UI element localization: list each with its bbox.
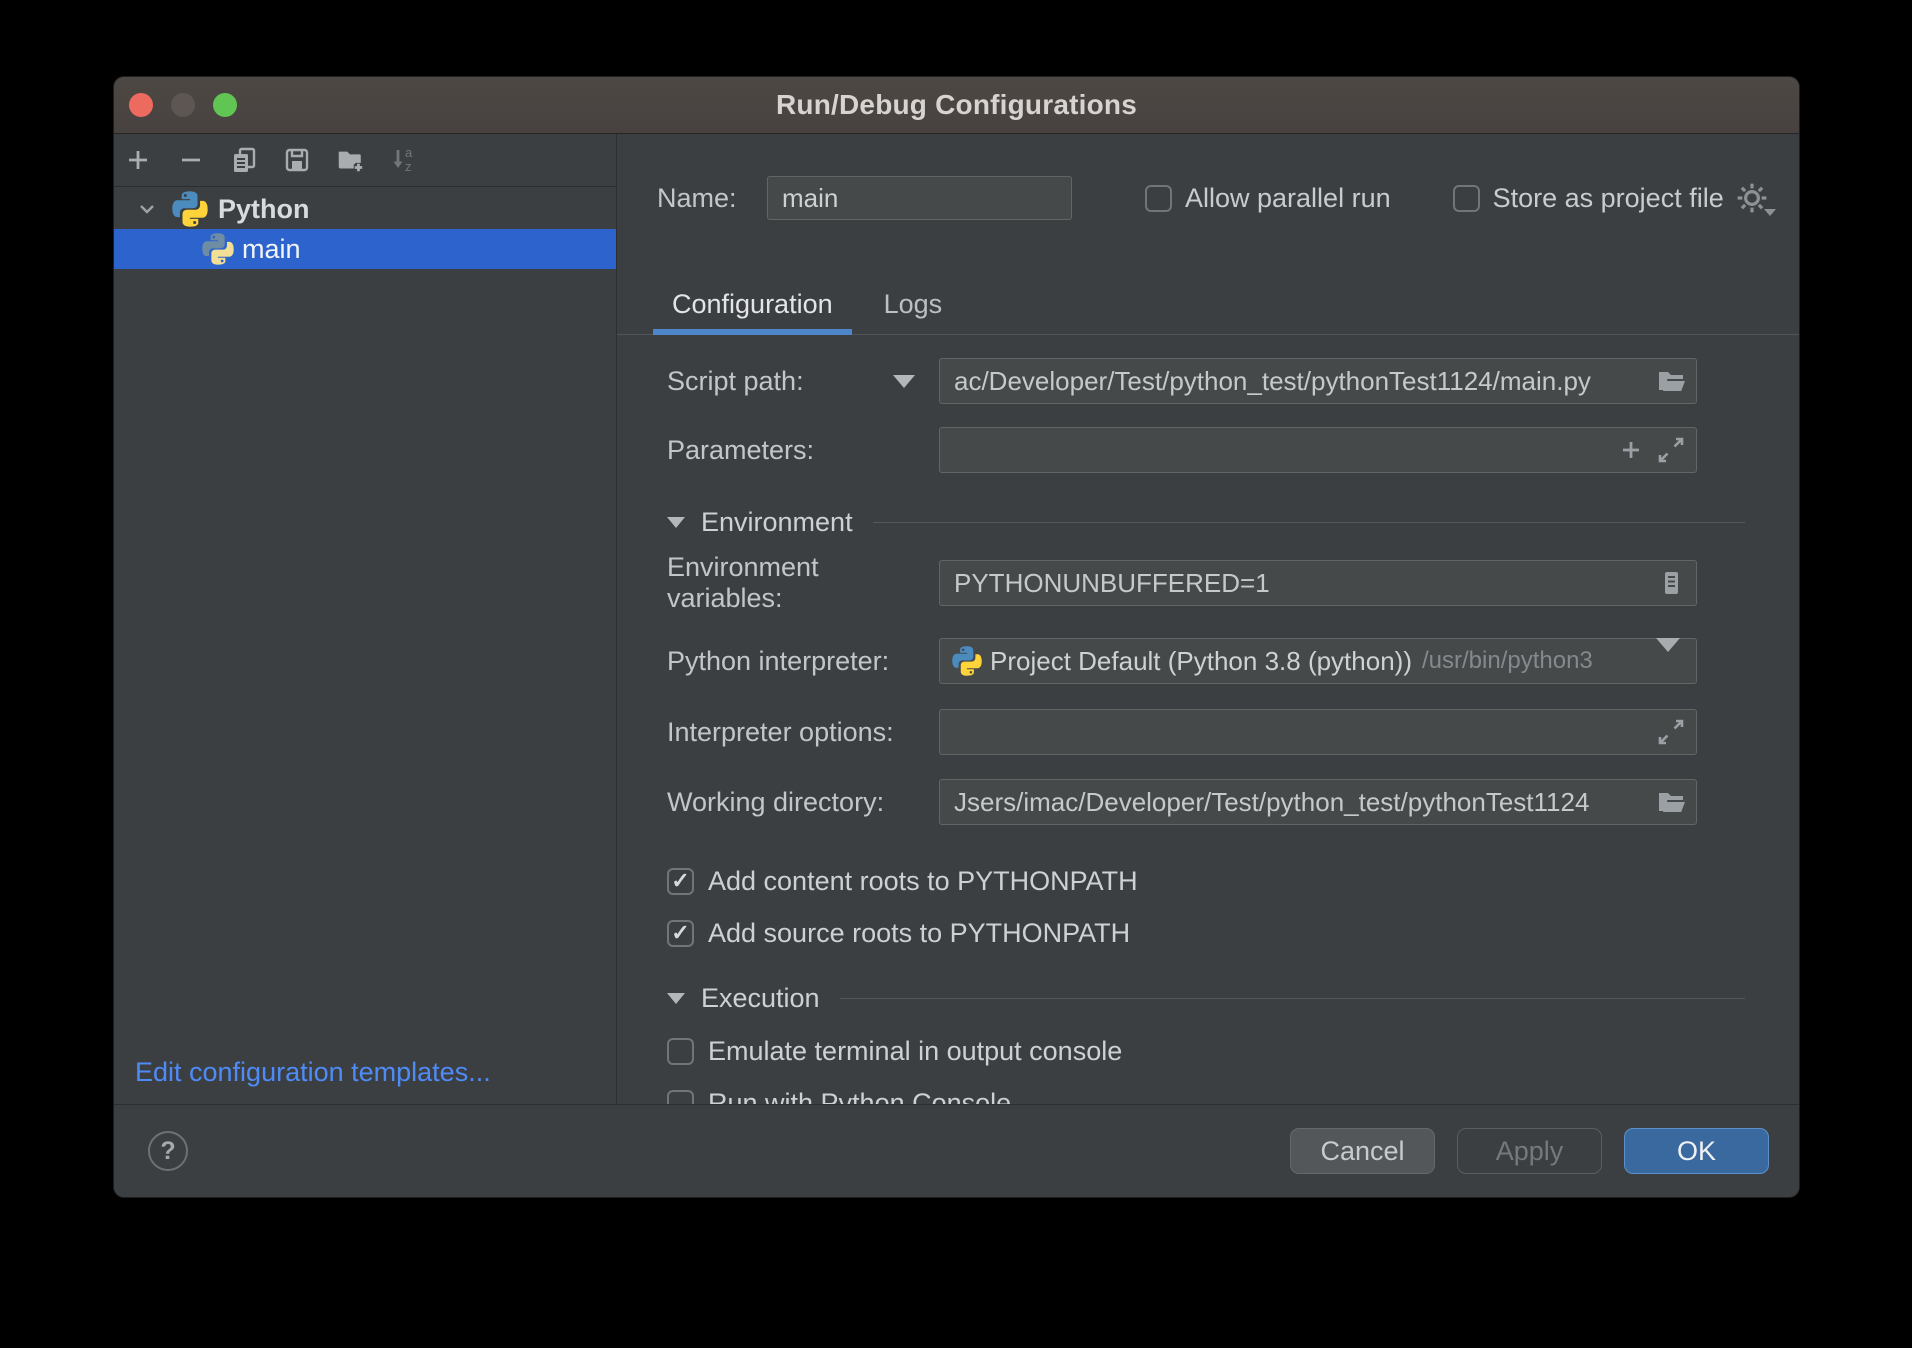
environment-variables-input[interactable] xyxy=(940,568,1696,599)
configurations-tree: Python main xyxy=(114,189,616,269)
emulate-terminal-checkbox[interactable] xyxy=(667,1038,694,1065)
select-caret-icon xyxy=(1656,652,1680,670)
interpreter-path-hint: /usr/bin/python3 xyxy=(1422,647,1593,675)
name-field xyxy=(767,176,1072,220)
python-icon xyxy=(952,646,982,676)
run-debug-configurations-dialog: Run/Debug Configurations xyxy=(113,76,1800,1198)
tree-item-python-group[interactable]: Python xyxy=(114,189,616,229)
traffic-lights xyxy=(129,77,237,133)
execution-section-header[interactable]: Execution xyxy=(617,976,1799,1020)
add-source-roots-label: Add source roots to PYTHONPATH xyxy=(708,918,1130,949)
zoom-window-button[interactable] xyxy=(213,93,237,117)
interpreter-options-label: Interpreter options: xyxy=(617,717,939,748)
store-options-gear-button[interactable] xyxy=(1736,182,1768,214)
allow-parallel-run-checkbox[interactable] xyxy=(1145,185,1172,212)
question-mark-icon: ? xyxy=(160,1137,175,1166)
working-directory-input[interactable] xyxy=(940,787,1696,818)
interpreter-options-field xyxy=(939,709,1697,755)
collapse-arrow-icon xyxy=(667,517,685,528)
allow-parallel-run-label: Allow parallel run xyxy=(1185,183,1391,214)
tree-item-main-label: main xyxy=(242,234,301,265)
tab-logs[interactable]: Logs xyxy=(865,274,962,334)
add-configuration-icon[interactable] xyxy=(123,145,153,175)
python-interpreter-select[interactable]: Project Default (Python 3.8 (python)) /u… xyxy=(939,638,1697,684)
script-path-field xyxy=(939,358,1697,404)
parameters-input[interactable] xyxy=(940,435,1696,466)
close-window-button[interactable] xyxy=(129,93,153,117)
edit-configuration-templates-link[interactable]: Edit configuration templates... xyxy=(135,1057,491,1088)
run-with-python-console-label: Run with Python Console xyxy=(708,1088,1011,1105)
expand-field-icon[interactable] xyxy=(1656,435,1686,465)
svg-text:z: z xyxy=(405,159,412,174)
dialog-title: Run/Debug Configurations xyxy=(776,89,1137,121)
name-input[interactable] xyxy=(768,183,1071,214)
environment-section-header[interactable]: Environment xyxy=(617,500,1799,544)
dropdown-arrow-icon xyxy=(893,375,915,388)
working-directory-field xyxy=(939,779,1697,825)
checkmark-icon: ✓ xyxy=(671,870,689,892)
emulate-terminal-label: Emulate terminal in output console xyxy=(708,1036,1122,1067)
section-divider xyxy=(840,998,1745,999)
copy-configuration-icon[interactable] xyxy=(229,145,259,175)
browse-folder-icon[interactable] xyxy=(1656,787,1686,817)
working-directory-label: Working directory: xyxy=(617,787,939,818)
environment-variables-label: Environment variables: xyxy=(617,552,939,614)
add-content-roots-checkbox[interactable]: ✓ xyxy=(667,868,694,895)
environment-variables-field xyxy=(939,560,1697,606)
script-path-input[interactable] xyxy=(940,366,1696,397)
new-folder-icon[interactable] xyxy=(335,145,365,175)
tab-configuration[interactable]: Configuration xyxy=(653,274,852,334)
add-content-roots-label: Add content roots to PYTHONPATH xyxy=(708,866,1138,897)
expand-field-icon[interactable] xyxy=(1656,717,1686,747)
browse-folder-icon[interactable] xyxy=(1656,366,1686,396)
store-as-project-file-checkbox[interactable] xyxy=(1453,185,1480,212)
browse-variables-icon[interactable] xyxy=(1656,568,1686,598)
cancel-button[interactable]: Cancel xyxy=(1290,1128,1435,1174)
gear-dropdown-arrow-icon xyxy=(1764,209,1776,216)
script-path-label: Script path: xyxy=(617,366,869,397)
editor-tabs: Configuration Logs xyxy=(617,272,1799,335)
save-configuration-icon[interactable] xyxy=(282,145,312,175)
environment-section-title: Environment xyxy=(701,507,853,538)
run-with-python-console-checkbox[interactable] xyxy=(667,1090,694,1105)
sort-configurations-icon: a z xyxy=(388,145,418,175)
interpreter-value: Project Default (Python 3.8 (python)) xyxy=(990,646,1412,677)
ok-button[interactable]: OK xyxy=(1624,1128,1769,1174)
insert-macro-plus-icon[interactable] xyxy=(1616,435,1646,465)
configuration-editor-panel: Name: Allow parallel run Store as projec… xyxy=(617,134,1799,1104)
collapse-arrow-icon xyxy=(667,993,685,1004)
dialog-footer: ? Cancel Apply OK xyxy=(114,1104,1799,1197)
section-divider xyxy=(873,522,1745,523)
configuration-form: Script path: xyxy=(617,335,1799,1104)
configurations-sidebar: a z xyxy=(114,134,617,1104)
interpreter-options-input[interactable] xyxy=(940,717,1696,748)
svg-text:a: a xyxy=(405,145,413,160)
tree-item-main-selected[interactable]: main xyxy=(114,229,616,269)
help-button[interactable]: ? xyxy=(148,1131,188,1171)
minimize-window-button xyxy=(171,93,195,117)
name-label: Name: xyxy=(657,183,767,214)
screen: Run/Debug Configurations xyxy=(0,0,1912,1348)
store-as-project-file-label: Store as project file xyxy=(1493,183,1724,214)
sidebar-toolbar: a z xyxy=(114,134,616,187)
dialog-titlebar[interactable]: Run/Debug Configurations xyxy=(114,77,1799,134)
python-interpreter-label: Python interpreter: xyxy=(617,646,939,677)
add-source-roots-checkbox[interactable]: ✓ xyxy=(667,920,694,947)
execution-section-title: Execution xyxy=(701,983,820,1014)
chevron-down-icon[interactable] xyxy=(136,198,158,220)
remove-configuration-icon[interactable] xyxy=(176,145,206,175)
python-icon xyxy=(172,191,208,227)
parameters-label: Parameters: xyxy=(617,435,939,466)
python-icon xyxy=(202,233,234,265)
tree-item-python-label: Python xyxy=(218,194,310,225)
apply-button: Apply xyxy=(1457,1128,1602,1174)
checkmark-icon: ✓ xyxy=(671,922,689,944)
parameters-field xyxy=(939,427,1697,473)
script-path-type-dropdown[interactable] xyxy=(869,375,939,388)
